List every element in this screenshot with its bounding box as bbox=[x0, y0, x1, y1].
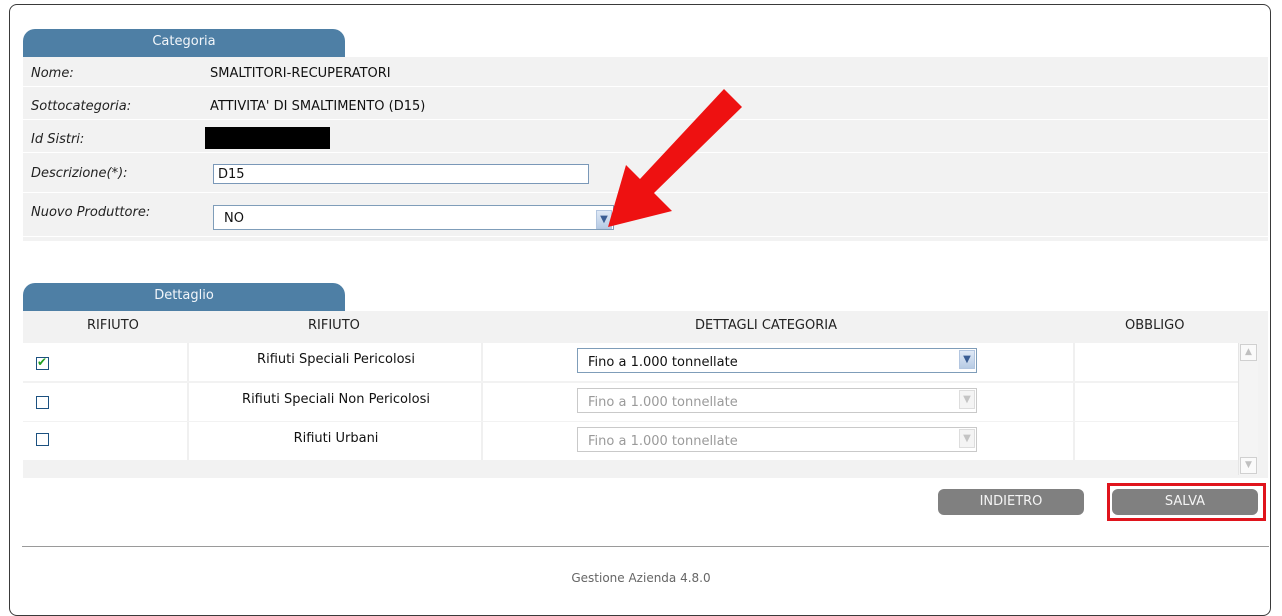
detail-select-value: Fino a 1.000 tonnellate bbox=[588, 434, 738, 449]
descrizione-label: Descrizione(*): bbox=[31, 166, 128, 181]
sottocategoria-label: Sottocategoria: bbox=[31, 99, 132, 114]
detail-select-value: Fino a 1.000 tonnellate bbox=[588, 395, 738, 410]
cell-name: Rifiuti Urbani bbox=[189, 422, 483, 460]
nuovo-produttore-select[interactable]: NO ▼ bbox=[213, 205, 614, 230]
redacted-id-value bbox=[205, 127, 330, 149]
cell-name: Rifiuti Speciali Non Pericolosi bbox=[189, 383, 483, 421]
checkbox-row-1[interactable] bbox=[36, 355, 49, 370]
rifiuto-name: Rifiuti Speciali Non Pericolosi bbox=[242, 392, 430, 407]
nome-label: Nome: bbox=[31, 66, 74, 81]
checkbox-row-2[interactable] bbox=[36, 396, 49, 409]
rifiuto-name: Rifiuti Speciali Pericolosi bbox=[257, 352, 415, 367]
nome-value: SMALTITORI-RECUPERATORI bbox=[210, 66, 391, 81]
scroll-down-icon[interactable]: ▼ bbox=[1240, 457, 1257, 474]
red-arrow-icon bbox=[608, 89, 742, 227]
header-dettagli-categoria: DETTAGLI CATEGORIA bbox=[695, 318, 837, 333]
detail-select-row-3[interactable]: Fino a 1.000 tonnellate ▼ bbox=[577, 427, 977, 452]
dettaglio-tab: Dettaglio bbox=[23, 283, 345, 311]
save-highlight-box bbox=[1107, 483, 1266, 521]
header-rifiuto-check: RIFIUTO bbox=[87, 318, 139, 333]
back-button[interactable]: INDIETRO bbox=[938, 489, 1084, 515]
chevron-down-icon[interactable]: ▼ bbox=[959, 350, 975, 369]
rifiuto-name: Rifiuti Urbani bbox=[293, 431, 379, 446]
categoria-tab: Categoria bbox=[23, 29, 345, 57]
nuovo-produttore-value: NO bbox=[224, 211, 244, 226]
footer-divider bbox=[22, 546, 1269, 547]
table-scrollbar[interactable]: ▲ ▼ bbox=[1238, 343, 1258, 475]
sottocategoria-value: ATTIVITA' DI SMALTIMENTO (D15) bbox=[210, 99, 426, 114]
row-nome: Nome: SMALTITORI-RECUPERATORI bbox=[23, 62, 1268, 87]
chevron-down-icon: ▼ bbox=[959, 429, 975, 448]
checkbox-row-3[interactable] bbox=[36, 433, 49, 446]
descrizione-input[interactable]: D15 bbox=[213, 164, 589, 184]
id-sistri-label: Id Sistri: bbox=[31, 132, 85, 147]
chevron-down-icon: ▼ bbox=[959, 390, 975, 409]
cell-name: Rifiuti Speciali Pericolosi bbox=[189, 343, 483, 381]
scroll-up-icon[interactable]: ▲ bbox=[1240, 344, 1257, 361]
header-rifiuto-name: RIFIUTO bbox=[308, 318, 360, 333]
header-obbligo: OBBLIGO bbox=[1125, 318, 1185, 333]
detail-select-row-1[interactable]: Fino a 1.000 tonnellate ▼ bbox=[577, 348, 977, 373]
detail-select-value: Fino a 1.000 tonnellate bbox=[588, 355, 738, 370]
footer-version: Gestione Azienda 4.8.0 bbox=[571, 571, 711, 585]
detail-select-row-2[interactable]: Fino a 1.000 tonnellate ▼ bbox=[577, 388, 977, 413]
nuovo-produttore-label: Nuovo Produttore: bbox=[31, 205, 151, 220]
